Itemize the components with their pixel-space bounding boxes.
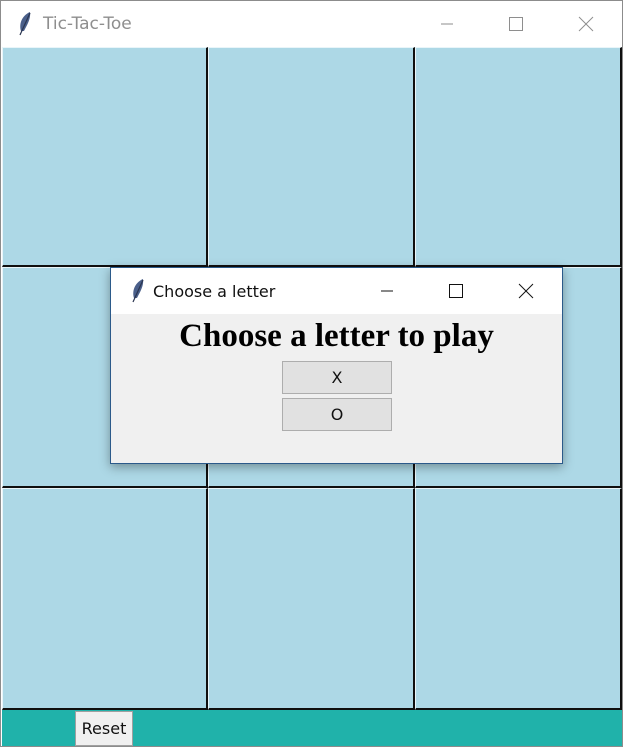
close-icon (578, 16, 594, 32)
choose-letter-dialog: Choose a letter Choose a letter to play … (110, 267, 563, 464)
maximize-button[interactable] (493, 1, 539, 47)
board-cell-7[interactable] (2, 488, 208, 710)
board-cell-3[interactable] (415, 47, 622, 267)
board-cell-2[interactable] (208, 47, 415, 267)
feather-icon (15, 11, 35, 37)
dialog-title-bar[interactable]: Choose a letter (111, 268, 562, 314)
dialog-close-button[interactable] (503, 268, 549, 314)
board-cell-1[interactable] (2, 47, 208, 267)
minimize-icon (441, 23, 453, 25)
board-cell-8[interactable] (208, 488, 415, 710)
board-cell-9[interactable] (415, 488, 622, 710)
bottom-bar: Reset (2, 710, 622, 746)
choose-o-button[interactable]: O (282, 398, 392, 431)
title-bar[interactable]: Tic-Tac-Toe (1, 1, 622, 47)
dialog-maximize-button[interactable] (433, 268, 479, 314)
window-title: Tic-Tac-Toe (43, 14, 132, 34)
reset-button[interactable]: Reset (75, 711, 133, 746)
feather-icon (128, 278, 148, 304)
minimize-icon (381, 290, 393, 292)
dialog-heading: Choose a letter to play (179, 318, 494, 354)
choose-x-button[interactable]: X (282, 361, 392, 394)
dialog-minimize-button[interactable] (364, 268, 410, 314)
minimize-button[interactable] (424, 1, 470, 47)
maximize-icon (449, 284, 463, 298)
dialog-title: Choose a letter (153, 282, 276, 301)
maximize-icon (509, 17, 523, 31)
close-button[interactable] (563, 1, 609, 47)
close-icon (518, 283, 534, 299)
